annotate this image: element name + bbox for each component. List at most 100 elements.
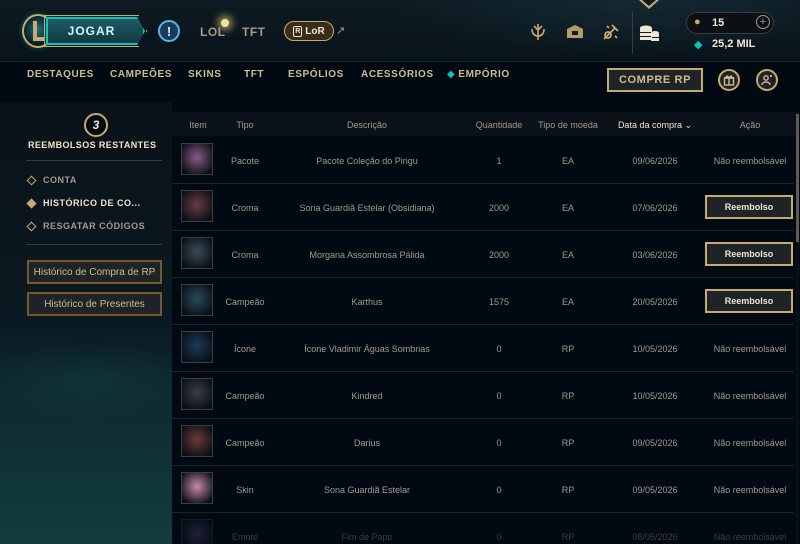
sidebar-item-historico[interactable]: HISTÓRICO DE CO... [26, 198, 141, 209]
tab-lol[interactable]: LOL [200, 25, 226, 39]
cell-acao: Não reembolsável [713, 485, 787, 495]
sidebar-item-label: HISTÓRICO DE CO... [43, 198, 141, 208]
cell-acao: Não reembolsável [713, 344, 787, 354]
purchase-history-table: Item Tipo Descrição Quantidade Tipo de m… [172, 112, 796, 544]
table-row: Campeão Karthus 1575 EA 20/05/2026 Reembolso [172, 278, 794, 325]
refund-button[interactable]: Reembolso [705, 289, 793, 313]
external-link-icon: ↗ [336, 25, 346, 37]
refund-button[interactable]: Reembolso [705, 242, 793, 266]
tab-tft[interactable]: TFT [242, 25, 266, 39]
sidebar-item-resgatar[interactable]: RESGATAR CÓDIGOS [26, 221, 146, 232]
cell-acao: Não reembolsável [713, 391, 787, 401]
cell-data: 10/05/2026 [632, 391, 678, 401]
header-quantidade: Quantidade [475, 120, 523, 130]
cell-moeda: EA [561, 297, 574, 307]
cell-descricao: Karthus [351, 297, 383, 307]
cell-quantidade: 2000 [488, 203, 510, 213]
cell-moeda: RP [561, 391, 575, 401]
sidebar-divider [26, 244, 162, 245]
subnav-tft[interactable]: TFT [244, 69, 264, 80]
subnav-acessorios[interactable]: ACESSÓRIOS [361, 69, 434, 80]
cell-moeda: EA [561, 250, 574, 260]
store-active-chevron-icon [639, 0, 659, 10]
rp-balance: 15 [712, 17, 725, 29]
item-thumbnail [181, 331, 213, 363]
header-acao: Ação [739, 120, 761, 130]
header-tipo-moeda: Tipo de moeda [538, 120, 598, 130]
subnav-emporio[interactable]: ◆ EMPÓRIO [447, 69, 510, 80]
refund-label: REEMBOLSOS RESTANTES [28, 140, 157, 150]
scrollbar-thumb[interactable] [796, 114, 799, 242]
cell-data: 03/06/2026 [632, 250, 678, 260]
table-row: Ícone Ícone Vladimir Águas Sombrias 0 RP 10/… [172, 325, 794, 372]
subnav-espolios[interactable]: ESPÓLIOS [288, 69, 344, 80]
add-rp-button[interactable]: + [756, 15, 770, 29]
cell-moeda: RP [561, 485, 575, 495]
cell-quantidade: 2000 [488, 250, 510, 260]
sidebar-item-conta[interactable]: CONTA [26, 175, 77, 186]
cell-tipo: Campeão [225, 391, 265, 401]
header-descricao: Descrição [346, 120, 387, 130]
item-thumbnail [181, 472, 213, 504]
buy-rp-button[interactable]: COMPRE RP [607, 68, 703, 92]
cell-tipo: Emote [231, 532, 258, 542]
table-row: Croma Morgana Assombrosa Pálida 2000 EA 03/0… [172, 231, 794, 278]
item-thumbnail [181, 284, 213, 316]
cell-data: 09/05/2026 [632, 438, 678, 448]
lor-badge-icon: R [293, 25, 303, 37]
blue-essence-balance: 25,2 MIL [712, 38, 756, 50]
account-icon[interactable] [756, 69, 778, 91]
item-thumbnail [181, 143, 213, 175]
store-divider [632, 12, 633, 54]
blue-essence-icon: ◆ [694, 39, 703, 51]
emporio-icon: ◆ [447, 69, 456, 80]
cell-descricao: Morgana Assombrosa Pálida [309, 250, 425, 260]
table-row: Emote Fim de Papo 0 RP 08/05/2026 Não reembol… [172, 513, 794, 544]
gift-icon[interactable] [718, 69, 740, 91]
cell-descricao: Pacote Coleção do Pingu [316, 156, 418, 166]
cell-quantidade: 0 [496, 391, 502, 401]
subnav-skins[interactable]: SKINS [188, 69, 222, 80]
cell-descricao: Fim de Papo [341, 532, 393, 542]
cell-tipo: Croma [231, 203, 259, 213]
refund-button[interactable]: Reembolso [705, 195, 793, 219]
play-button[interactable]: JOGAR [46, 17, 145, 45]
cell-descricao: Sona Guardiã Estelar [323, 485, 411, 495]
cell-quantidade: 0 [496, 438, 502, 448]
diamond-icon [26, 198, 37, 209]
subnav-campeoes[interactable]: CAMPEÕES [110, 69, 172, 80]
cell-data: 07/06/2026 [632, 203, 678, 213]
cell-data: 08/05/2026 [632, 532, 678, 542]
table-row: Campeão Darius 0 RP 09/05/2026 Não reembolsáv… [172, 419, 794, 466]
rp-coin-icon: ● [694, 16, 701, 28]
lor-button[interactable]: R LoR [284, 21, 334, 41]
table-header: Item Tipo Descrição Quantidade Tipo de m… [172, 112, 796, 136]
cell-acao: Não reembolsável [713, 532, 787, 542]
table-row: Campeão Kindred 0 RP 10/05/2026 Não reembolsá… [172, 372, 794, 419]
sidebar-item-label: CONTA [43, 175, 77, 185]
honor-icon[interactable] [526, 20, 550, 44]
loot-icon[interactable] [599, 20, 623, 44]
cell-tipo: Ícone [233, 344, 257, 354]
subnav-destaques[interactable]: DESTAQUES [27, 69, 94, 80]
cell-tipo: Skin [236, 485, 254, 495]
collection-icon[interactable] [563, 20, 587, 44]
cell-descricao: Darius [353, 438, 380, 448]
header-data-compra[interactable]: Data da compra ⌄ [608, 120, 702, 131]
cell-data: 09/06/2026 [632, 156, 678, 166]
sidebar-item-label: RESGATAR CÓDIGOS [43, 221, 146, 231]
item-thumbnail [181, 190, 213, 222]
cell-descricao: Kindred [351, 391, 383, 401]
cell-quantidade: 1575 [488, 297, 510, 307]
diamond-icon [26, 175, 37, 186]
table-row: Pacote Pacote Coleção do Pingu 1 EA 09/06/20… [172, 137, 794, 184]
header-tipo: Tipo [236, 120, 254, 130]
cell-tipo: Croma [231, 250, 259, 260]
alert-icon[interactable]: ! [158, 20, 180, 42]
rp-purchase-history-button[interactable]: Histórico de Compra de RP [27, 260, 162, 284]
store-coins-icon[interactable] [637, 20, 661, 44]
gift-history-button[interactable]: Histórico de Presentes [27, 292, 162, 316]
cell-tipo: Campeão [225, 297, 265, 307]
table-row: Skin Sona Guardiã Estelar 0 RP 09/05/2026 Não… [172, 466, 794, 513]
cell-data: 10/05/2026 [632, 344, 678, 354]
